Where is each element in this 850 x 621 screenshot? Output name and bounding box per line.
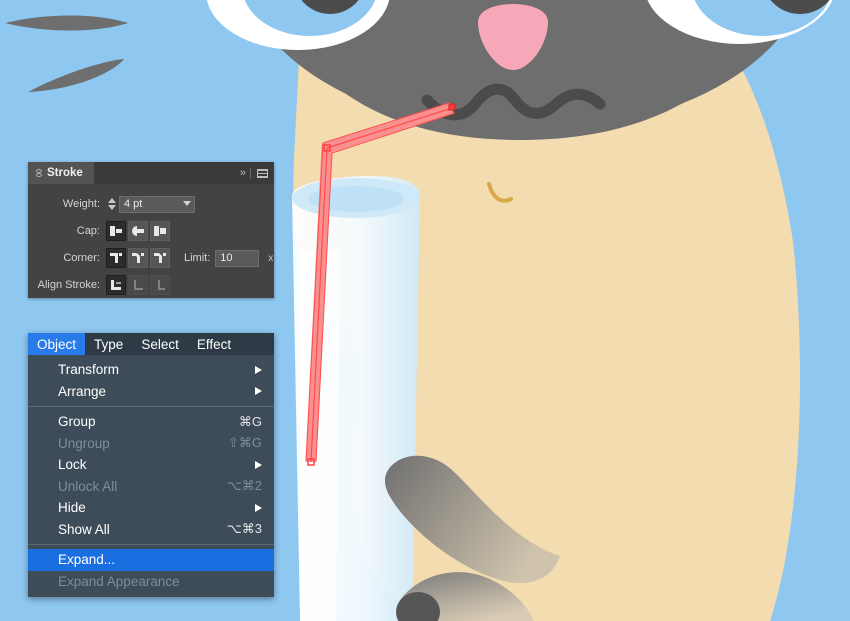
menu-item-unlock-all: Unlock All ⌥⌘2	[28, 476, 274, 498]
submenu-arrow-icon	[255, 387, 262, 396]
menubar-item-label: Select	[141, 336, 179, 352]
align-stroke-row: Align Stroke:	[28, 273, 274, 297]
round-cap-button[interactable]	[128, 221, 148, 241]
projecting-cap-button[interactable]	[150, 221, 170, 241]
bevel-join-button[interactable]	[150, 248, 170, 268]
menu-item-shortcut: ⌥⌘2	[226, 478, 262, 494]
cap-label: Cap:	[76, 225, 100, 237]
double-chevron-right-icon[interactable]: »	[240, 167, 246, 179]
menubar-item-effect[interactable]: Effect	[188, 333, 240, 355]
limit-value: 10	[220, 252, 233, 264]
weight-label: Weight:	[62, 198, 100, 210]
menu-separator	[28, 544, 274, 545]
stroke-panel-tab-label: Stroke	[47, 167, 83, 179]
menu-items[interactable]: Transform Arrange Group ⌘G Ungroup ⇧⌘G Lock Unl…	[28, 355, 274, 597]
chevron-down-icon[interactable]	[183, 200, 191, 206]
menu-item-label: Arrange	[58, 383, 107, 399]
align-center-button[interactable]	[106, 275, 126, 295]
menu-item-group[interactable]: Group ⌘G	[28, 411, 274, 433]
menu-item-lock[interactable]: Lock	[28, 454, 274, 476]
butt-cap-button[interactable]	[106, 221, 126, 241]
stroke-panel[interactable]: Stroke » Weight: 4 pt Cap: Corner: Limit…	[28, 162, 274, 298]
menu-item-label: Group	[58, 414, 96, 430]
menu-separator	[28, 406, 274, 407]
menu-item-transform[interactable]: Transform	[28, 359, 274, 381]
round-join-button[interactable]	[128, 248, 148, 268]
stroke-panel-tab[interactable]: Stroke	[28, 162, 94, 184]
menu-item-ungroup: Ungroup ⇧⌘G	[28, 433, 274, 455]
menu-item-label: Show All	[58, 521, 110, 537]
menu-item-arrange[interactable]: Arrange	[28, 381, 274, 403]
weight-value: 4 pt	[124, 198, 143, 210]
stepper-updown-icon[interactable]	[106, 196, 117, 213]
panel-menu-icon[interactable]	[257, 168, 268, 178]
menu-item-label: Transform	[58, 362, 120, 378]
menu-item-label: Hide	[58, 500, 86, 516]
menu-item-hide[interactable]: Hide	[28, 497, 274, 519]
menu-item-shortcut: ⌥⌘3	[226, 521, 262, 537]
corner-label: Corner:	[63, 252, 100, 264]
submenu-arrow-icon	[255, 365, 262, 374]
cap-row: Cap:	[28, 219, 274, 243]
menubar[interactable]: Object Type Select Effect	[28, 333, 274, 355]
anchor-point-start[interactable]	[448, 103, 456, 111]
limit-unit: x	[268, 252, 274, 264]
menu-item-label: Expand...	[58, 552, 116, 568]
miter-join-button[interactable]	[106, 248, 126, 268]
menu-item-shortcut: ⌘G	[238, 413, 262, 429]
object-menu[interactable]: Object Type Select Effect Transform Arrange G…	[28, 333, 274, 597]
corner-row: Corner: Limit: 10 x	[28, 246, 274, 270]
weight-row: Weight: 4 pt	[28, 192, 274, 216]
menu-item-expand-appearance: Expand Appearance	[28, 571, 274, 593]
weight-input[interactable]: 4 pt	[119, 195, 195, 213]
menubar-item-object[interactable]: Object	[28, 333, 86, 355]
menubar-item-type[interactable]: Type	[85, 333, 132, 355]
align-outside-button[interactable]	[150, 275, 170, 295]
align-inside-button[interactable]	[128, 275, 148, 295]
menu-item-show-all[interactable]: Show All ⌥⌘3	[28, 519, 274, 541]
menubar-item-select[interactable]: Select	[132, 333, 188, 355]
menubar-item-label: Effect	[196, 336, 232, 352]
menubar-item-label: Type	[94, 336, 124, 352]
submenu-arrow-icon	[255, 460, 262, 469]
submenu-arrow-icon	[255, 503, 262, 512]
menu-item-expand[interactable]: Expand...	[28, 549, 274, 571]
menu-item-label: Ungroup	[58, 435, 110, 451]
align-stroke-label: Align Stroke:	[37, 279, 100, 291]
header-divider	[250, 167, 251, 179]
menu-item-label: Expand Appearance	[58, 573, 180, 589]
menubar-item-label: Object	[37, 336, 77, 352]
menu-item-shortcut: ⇧⌘G	[227, 435, 262, 451]
limit-label: Limit:	[184, 252, 211, 264]
stroke-panel-header[interactable]: Stroke »	[28, 162, 274, 184]
menu-item-label: Lock	[58, 457, 87, 473]
panel-grip-icon	[35, 168, 42, 178]
limit-input[interactable]: 10	[215, 249, 260, 267]
menu-item-label: Unlock All	[58, 478, 118, 494]
